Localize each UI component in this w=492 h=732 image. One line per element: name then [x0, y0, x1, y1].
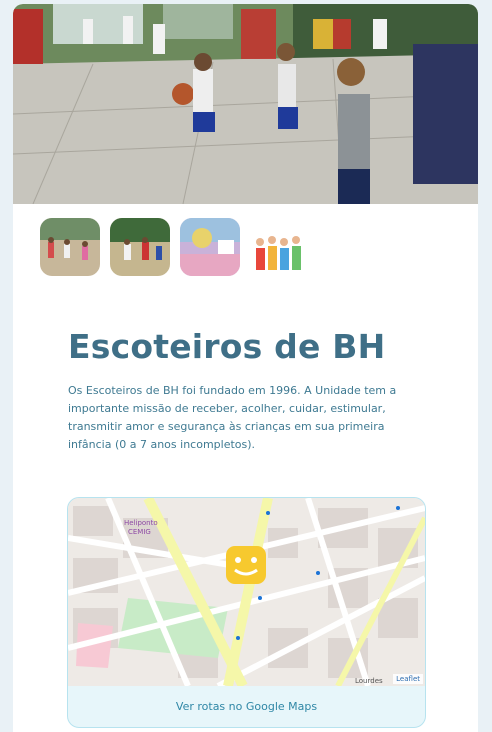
svg-text:Lourdes: Lourdes [355, 677, 383, 685]
google-maps-directions-link[interactable]: Ver rotas no Google Maps [68, 686, 425, 727]
map-attribution[interactable]: Leaflet [393, 674, 423, 684]
school-title: Escoteiros de BH [68, 327, 386, 366]
thumbnail-4[interactable] [250, 218, 310, 276]
svg-text:Heliponto: Heliponto [124, 519, 158, 527]
svg-text:CEMIG: CEMIG [128, 528, 151, 536]
thumbnail-1[interactable] [40, 218, 100, 276]
location-map[interactable]: Heliponto CEMIG Lourdes Leaflet [68, 498, 425, 689]
school-description: Os Escoteiros de BH foi fundado em 1996.… [68, 384, 397, 451]
hero-photo [13, 4, 478, 204]
thumbnail-3[interactable] [180, 218, 240, 276]
thumbnail-2[interactable] [110, 218, 170, 276]
school-card: Escoteiros de BH Os Escoteiros de BH foi… [13, 4, 478, 732]
location-map-card: Heliponto CEMIG Lourdes Leaflet Ver rota… [67, 497, 426, 728]
